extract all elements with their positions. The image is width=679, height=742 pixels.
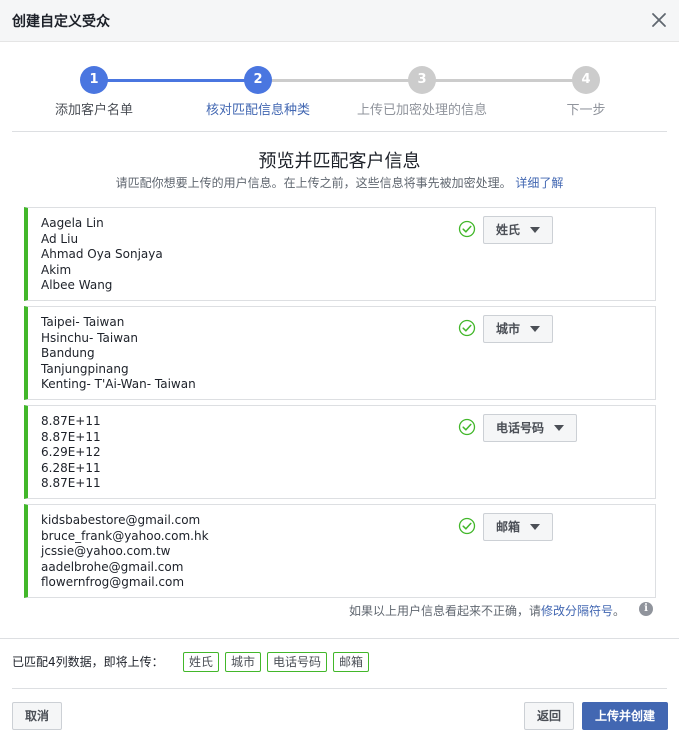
match-type-dropdown[interactable]: 城市 (483, 315, 554, 343)
column-value: Kenting- T'Ai-Wan- Taiwan (41, 377, 196, 391)
step-2-label: 核对匹配信息种类 (205, 103, 311, 118)
check-circle-icon (458, 319, 476, 337)
column-card-city: Taipei- Taiwan Hsinchu- Taiwan Bandung T… (24, 306, 656, 400)
column-card-phone: 8.87E+11 8.87E+11 6.29E+12 6.28E+11 8.87… (24, 405, 656, 499)
match-type-label: 邮箱 (496, 520, 521, 534)
column-value: aadelbrohe@gmail.com (41, 559, 184, 574)
caret-down-icon (530, 524, 541, 530)
column-value: 8.87E+11 (41, 429, 101, 444)
upload-and-create-button[interactable]: 上传并创建 (582, 702, 668, 730)
delimiter-note-text: 如果以上用户信息看起来不正确，请 (348, 604, 541, 618)
column-value: Albee Wang (41, 278, 113, 292)
dialog-header: 创建自定义受众 (0, 0, 679, 42)
check-circle-icon (458, 220, 476, 238)
column-value: Aagela Lin (41, 216, 104, 230)
step-1-label: 添加客户名单 (54, 103, 134, 118)
column-value: Akim (41, 262, 72, 277)
column-value: 6.28E+11 (41, 460, 101, 475)
back-button[interactable]: 返回 (524, 702, 574, 730)
close-icon[interactable] (651, 12, 667, 28)
preview-subtitle: 请匹配你想要上传的用户信息。在上传之前，这些信息将事先被加密处理。 详细了解 (0, 174, 679, 191)
content-divider (0, 638, 679, 639)
column-values: 8.87E+11 8.87E+11 6.29E+12 6.28E+11 8.87… (41, 414, 101, 492)
matched-summary: 已匹配4列数据，即将上传： (12, 655, 164, 669)
footer-divider (12, 688, 667, 689)
step-connector-2 (258, 79, 422, 82)
column-values: kidsbabestore@gmail.com bruce_frank@yaho… (41, 513, 209, 591)
change-delimiter-link[interactable]: 修改分隔符号 (541, 604, 613, 618)
column-value: Taipei- Taiwan (41, 315, 125, 329)
match-type-dropdown[interactable]: 电话号码 (483, 414, 578, 442)
progress-stepper: 1 2 3 4 添加客户名单 核对匹配信息种类 上传已加密处理的信息 下一步 (0, 66, 679, 122)
preview-title: 预览并匹配客户信息 (258, 151, 421, 172)
check-circle-icon (458, 418, 476, 436)
column-value: Tanjungpinang (41, 361, 129, 376)
column-value: bruce_frank@yahoo.com.hk (41, 528, 209, 543)
match-type-dropdown[interactable]: 姓氏 (483, 216, 554, 244)
step-4-circle: 4 (572, 66, 600, 94)
delimiter-note-end: 。 (612, 604, 625, 618)
preview-subtitle-text: 请匹配你想要上传的用户信息。在上传之前，这些信息将事先被加密处理。 (115, 176, 512, 190)
column-value: 8.87E+11 (41, 414, 101, 428)
column-value: Hsinchu- Taiwan (41, 330, 138, 345)
column-value: 6.29E+12 (41, 445, 101, 459)
step-3-circle: 3 (408, 66, 436, 94)
step-2-circle: 2 (244, 66, 272, 94)
column-value: Bandung (41, 346, 95, 360)
column-value: kidsbabestore@gmail.com (41, 513, 201, 527)
check-circle-icon (458, 517, 476, 535)
caret-down-icon (530, 227, 541, 233)
step-1-circle: 1 (80, 66, 108, 94)
caret-down-icon (554, 425, 565, 431)
cancel-button[interactable]: 取消 (12, 702, 62, 730)
matched-tag: 姓氏 (183, 652, 220, 672)
column-value: 8.87E+11 (41, 476, 101, 490)
column-value: flowernfrog@gmail.com (41, 575, 185, 589)
stepper-divider (12, 131, 667, 132)
match-type-label: 城市 (496, 322, 521, 336)
caret-down-icon (530, 326, 541, 332)
column-value: jcssie@yahoo.com.tw (41, 544, 171, 558)
matched-tag: 城市 (225, 652, 262, 672)
column-card-email: kidsbabestore@gmail.com bruce_frank@yaho… (24, 504, 656, 598)
column-value: Ad Liu (41, 231, 79, 246)
matched-tag: 邮箱 (333, 652, 370, 672)
step-4-label: 下一步 (566, 103, 606, 118)
matched-tag: 电话号码 (267, 652, 328, 672)
column-card-name: Aagela Lin Ad Liu Ahmad Oya Sonjaya Akim… (24, 207, 656, 301)
step-connector-3 (422, 79, 586, 82)
match-type-dropdown[interactable]: 邮箱 (483, 513, 554, 541)
info-icon[interactable]: i (639, 602, 653, 616)
learn-more-link[interactable]: 详细了解 (515, 176, 563, 190)
column-values: Aagela Lin Ad Liu Ahmad Oya Sonjaya Akim… (41, 216, 163, 294)
column-values: Taipei- Taiwan Hsinchu- Taiwan Bandung T… (41, 315, 196, 393)
dialog-title: 创建自定义受众 (12, 14, 110, 30)
step-3-label: 上传已加密处理的信息 (356, 103, 488, 118)
match-type-label: 姓氏 (496, 223, 521, 237)
match-type-label: 电话号码 (496, 421, 545, 435)
delimiter-note: 如果以上用户信息看起来不正确，请修改分隔符号。 (349, 602, 625, 619)
column-value: Ahmad Oya Sonjaya (41, 247, 163, 261)
step-connector-1 (94, 79, 258, 82)
